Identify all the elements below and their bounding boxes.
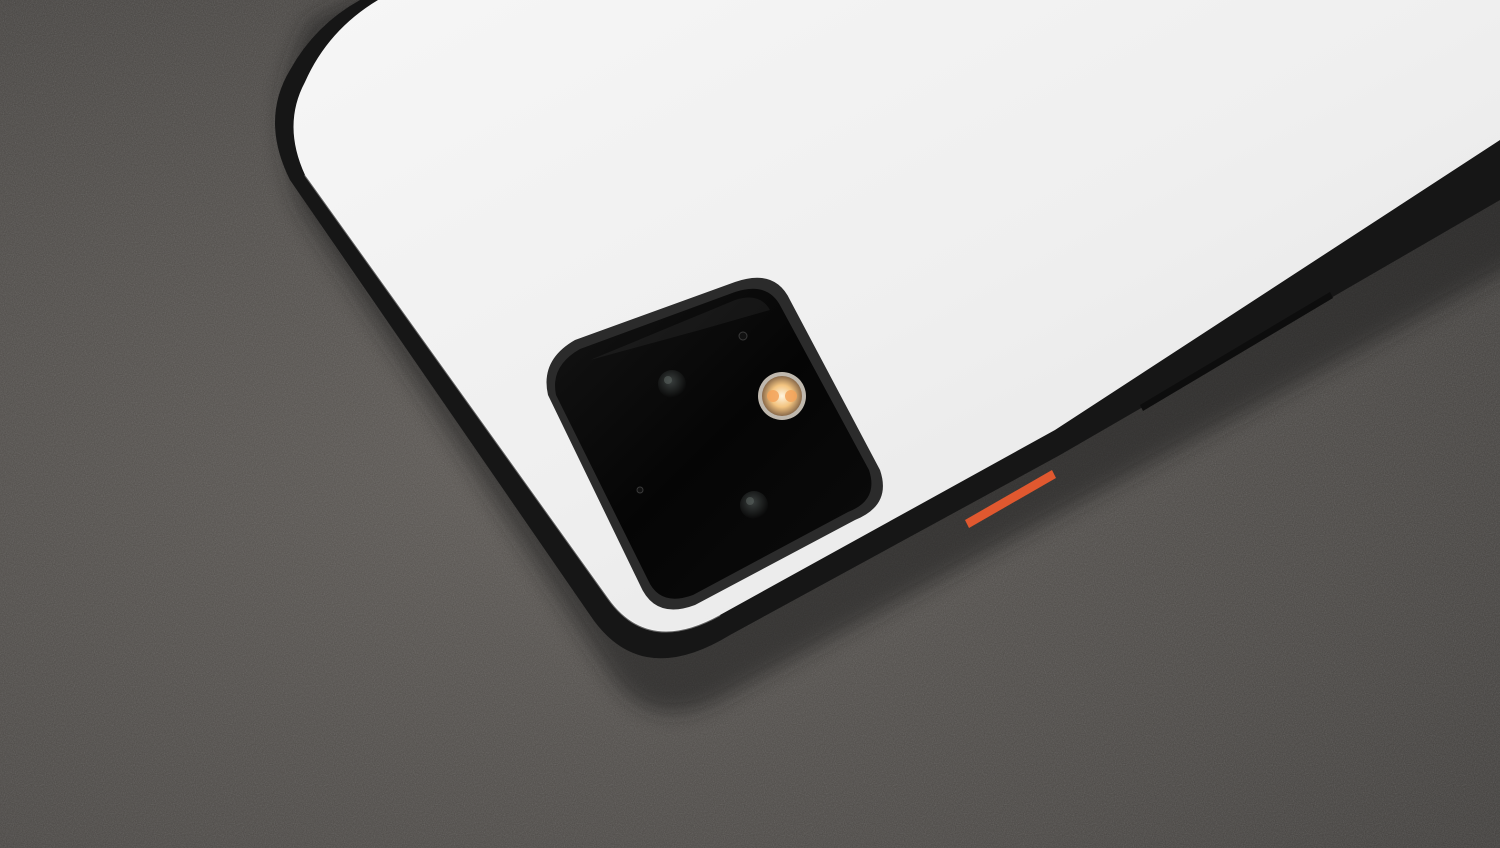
microphone-icon (636, 486, 644, 494)
lens-icon (740, 491, 768, 519)
microphone-icon (738, 331, 748, 341)
phone-photo (0, 0, 1500, 848)
flash-icon (758, 372, 806, 420)
photo-scene (0, 0, 1500, 848)
lens-icon (658, 370, 686, 398)
